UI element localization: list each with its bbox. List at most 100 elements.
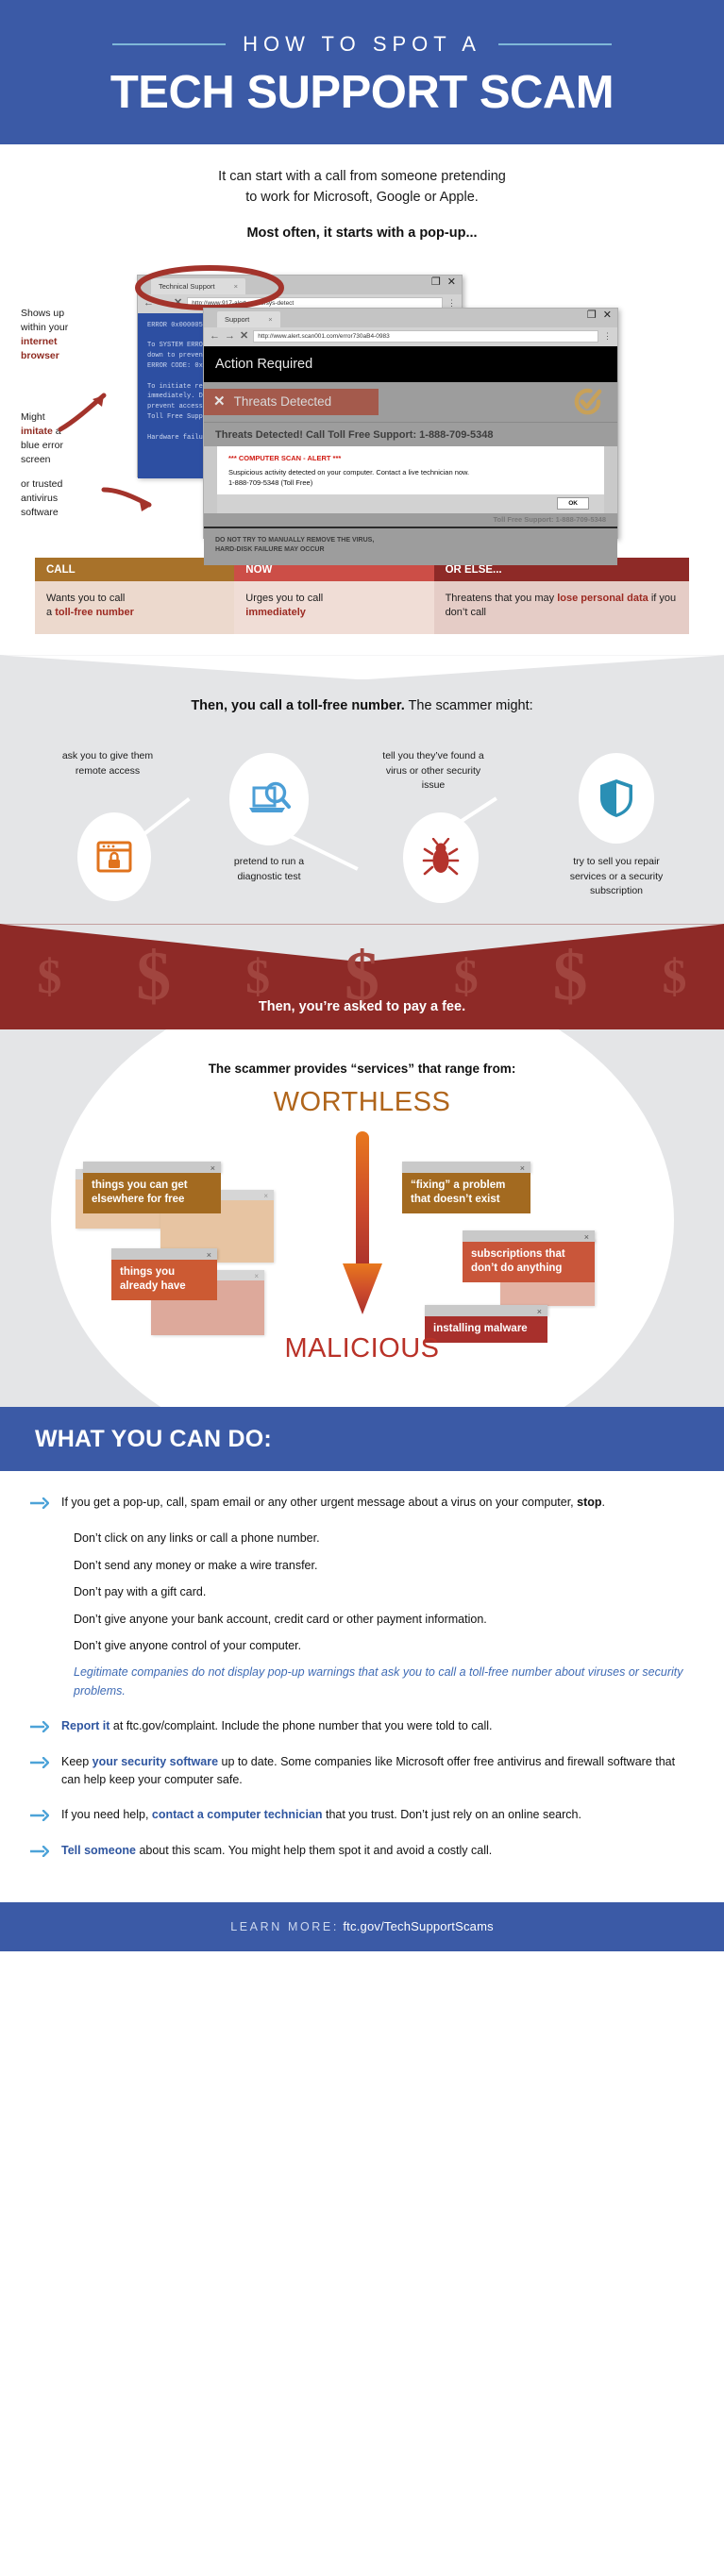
- annotation-blue-l2: blue error: [21, 439, 63, 451]
- close-icon[interactable]: ×: [207, 1251, 211, 1260]
- tactic-call-mid: a: [46, 607, 56, 619]
- av-window-controls: ❐ ✕: [587, 309, 612, 321]
- eyebrow-text: HOW TO SPOT A: [243, 32, 481, 56]
- annotation-av-l3: software: [21, 506, 59, 518]
- dollar-icon: $: [453, 949, 479, 1004]
- intro-line-2: to work for Microsoft, Google or Apple.: [245, 189, 479, 205]
- av-action-required-bar: Action Required: [204, 345, 617, 382]
- tip-5-post: about this scam. You might help them spo…: [135, 1843, 493, 1857]
- annotation-blue-l1post: a: [52, 425, 61, 437]
- forward-icon[interactable]: →: [225, 331, 235, 342]
- threats-detected-label: Threats Detected: [233, 394, 332, 409]
- popup-mockup-area: Shows up within your internet browser Mi…: [0, 256, 724, 565]
- tactic-now-pre: Urges you to call: [245, 592, 324, 604]
- close-icon[interactable]: ✕: [603, 309, 612, 321]
- restore-icon[interactable]: ❐: [587, 309, 597, 321]
- close-icon[interactable]: ×: [584, 1233, 589, 1242]
- tactic-column-now: NOW Urges you to call immediately: [234, 557, 434, 635]
- footer-url[interactable]: ftc.gov/TechSupportScams: [343, 1919, 493, 1933]
- restore-icon[interactable]: ❐: [431, 276, 441, 288]
- antivirus-popup-window: Support × ❐ ✕ ← → ✕ http://www.alert.sca…: [203, 307, 618, 565]
- av-tab-title: Support: [225, 314, 250, 324]
- annotation-blue-red: imitate: [21, 425, 53, 437]
- dollar-icon: $: [245, 949, 271, 1004]
- av-window-tab[interactable]: Support ×: [217, 310, 280, 327]
- blue-tab-close-icon[interactable]: ×: [234, 282, 238, 291]
- tip-4-bold: contact a computer technician: [151, 1807, 323, 1821]
- service-card-label: subscriptions that don’t do anything: [463, 1242, 595, 1283]
- tip-5-bold: Tell someone: [61, 1843, 136, 1857]
- annotation-antivirus: or trusted antivirus software: [21, 477, 108, 521]
- tactic-body-call: Wants you to call a toll-free number: [35, 580, 235, 635]
- service-card-subscriptions[interactable]: × subscriptions that don’t do anything: [463, 1230, 595, 1283]
- services-lead-text: The scammer provides “services” that ran…: [208, 1062, 516, 1077]
- threats-detected-button[interactable]: ✕ Threats Detected: [204, 388, 379, 415]
- sub-item: Don’t click on any links or call a phone…: [74, 1531, 320, 1546]
- icon-bubble-remote-access: [77, 812, 151, 902]
- close-icon[interactable]: ×: [537, 1308, 542, 1316]
- tactics-table: CALL Wants you to call a toll-free numbe…: [35, 557, 689, 635]
- browser-lock-icon: [96, 841, 132, 873]
- icon-bubble-sell-services: [579, 753, 654, 845]
- icon-bubble-virus-found: [403, 812, 479, 904]
- tip-text: Report it at ftc.gov/complaint. Include …: [61, 1717, 493, 1737]
- caption-diagnostic: pretend to run a diagnostic test: [233, 856, 305, 882]
- blue-window-controls: ❐ ✕: [431, 276, 456, 288]
- arrow-icon: [28, 1842, 50, 1862]
- tactic-orelse-bold: lose personal data: [557, 592, 648, 604]
- worthless-to-malicious-arrow: [342, 1131, 382, 1315]
- annotation-blue-l3: screen: [21, 454, 51, 466]
- tip-3-pre: Keep: [61, 1755, 93, 1768]
- back-icon[interactable]: ←: [210, 331, 220, 342]
- forward-icon[interactable]: →: [159, 298, 169, 309]
- header-eyebrow: HOW TO SPOT A: [0, 32, 724, 57]
- tactic-now-bold: immediately: [245, 607, 306, 619]
- intro-section: It can start with a call from someone pr…: [0, 144, 724, 241]
- pay-a-fee-band: $ $ $ $ $ $ $ Then, you’re asked to pay …: [0, 924, 724, 1030]
- av-alert-dialog: *** COMPUTER SCAN - ALERT *** Suspicious…: [217, 445, 604, 494]
- most-often-text: Most often, it starts with a pop-up...: [246, 225, 478, 241]
- card-chrome: ×: [402, 1162, 530, 1174]
- stop-icon[interactable]: ✕: [240, 331, 248, 342]
- blue-tab-title: Technical Support: [159, 281, 215, 291]
- av-threats-row: ✕ Threats Detected: [204, 381, 617, 422]
- caption-remote-access: ask you to give them remote access: [61, 750, 154, 777]
- tip-2-bold: Report it: [61, 1719, 110, 1732]
- caption-virus-found: tell you they’ve found a virus or other …: [382, 750, 484, 791]
- service-card-label: things you can get elsewhere for free: [83, 1173, 221, 1214]
- learn-more-label: LEARN MORE:: [230, 1919, 339, 1933]
- annotation-av-l2: antivirus: [21, 492, 59, 504]
- av-bottom-line-2: HARD-DISK FAILURE MAY OCCUR: [215, 546, 325, 554]
- av-bottom-line-1: DO NOT TRY TO MANUALLY REMOVE THE VIRUS,: [215, 536, 375, 544]
- then-call-bold: Then, you call a toll-free number.: [191, 698, 405, 714]
- tip-2-post: at ftc.gov/complaint. Include the phone …: [109, 1719, 493, 1732]
- stop-icon[interactable]: ✕: [174, 298, 182, 309]
- close-icon[interactable]: ×: [210, 1164, 215, 1173]
- annotation-browser: Shows up within your internet browser: [21, 307, 108, 364]
- sub-item: Don’t pay with a gift card.: [74, 1585, 207, 1599]
- laptop-magnifier-icon: [249, 782, 291, 813]
- back-icon[interactable]: ←: [143, 298, 154, 309]
- ok-button[interactable]: OK: [557, 497, 589, 510]
- annotation-browser-l2: within your: [21, 321, 69, 333]
- tip-1-post: .: [601, 1496, 606, 1510]
- tactic-call-bold: toll-free number: [55, 607, 134, 619]
- tactic-column-call: CALL Wants you to call a toll-free numbe…: [35, 557, 235, 635]
- av-url-bar[interactable]: http://www.alert.scan001.com/error730aB4…: [253, 330, 598, 343]
- av-tab-close-icon[interactable]: ×: [268, 315, 272, 324]
- blue-window-tab[interactable]: Technical Support ×: [151, 277, 246, 294]
- close-icon[interactable]: ×: [254, 1273, 259, 1280]
- service-card-free-elsewhere[interactable]: × things you can get elsewhere for free: [83, 1162, 221, 1214]
- shield-icon: [600, 779, 632, 818]
- tip-1-italic-note: Legitimate companies do not display pop-…: [74, 1665, 683, 1698]
- service-card-already-have[interactable]: × things you already have: [111, 1248, 217, 1301]
- then-call-rest: The scammer might:: [404, 698, 533, 714]
- av-alert-title: *** COMPUTER SCAN - ALERT ***: [228, 453, 342, 462]
- close-icon[interactable]: ×: [263, 1193, 268, 1200]
- menu-icon[interactable]: ⋮: [603, 331, 612, 342]
- close-icon[interactable]: ×: [520, 1164, 525, 1173]
- connector-1: [140, 797, 191, 838]
- close-icon[interactable]: ✕: [447, 276, 456, 288]
- annotation-browser-l3: internet: [21, 335, 58, 347]
- service-card-fixing-problem[interactable]: × “fixing” a problem that doesn’t exist: [402, 1162, 530, 1214]
